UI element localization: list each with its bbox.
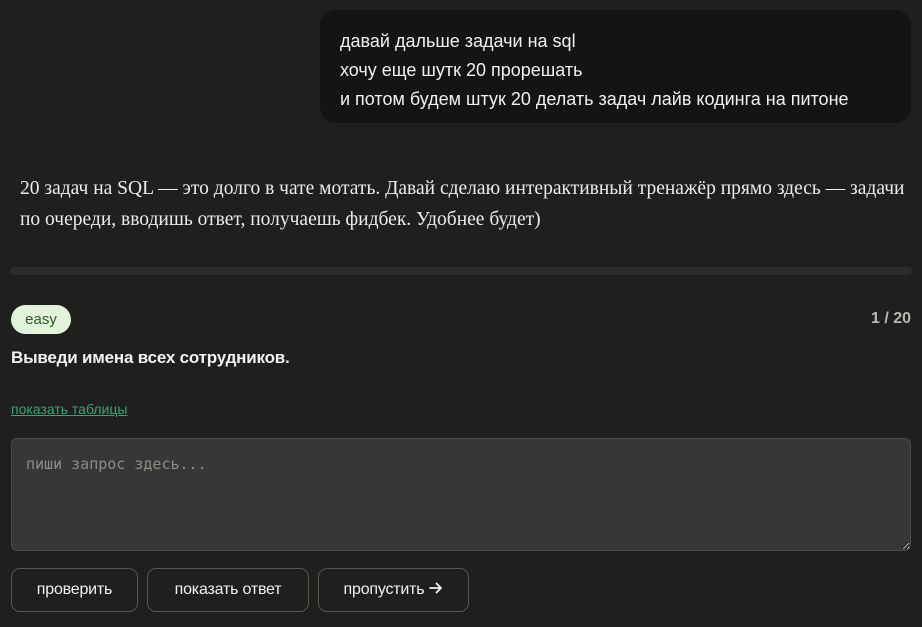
assistant-message: 20 задач на SQL — это долго в чате мотат… — [20, 178, 905, 230]
user-message-line: давай дальше задачи на sql — [340, 31, 576, 51]
action-buttons: проверить показать ответ пропустить — [11, 568, 469, 612]
show-answer-button-label: показать ответ — [174, 581, 282, 598]
arrow-right-icon — [429, 581, 443, 600]
user-message-line: хочу еще шутк 20 прорешать — [340, 60, 583, 80]
check-button-label: проверить — [36, 581, 113, 598]
task-description: Выведи имена всех сотрудников. — [11, 348, 290, 367]
difficulty-badge: easy — [11, 305, 71, 334]
show-answer-button[interactable]: показать ответ — [147, 568, 309, 612]
user-message-line: и потом будем штук 20 делать задач лайв … — [340, 89, 849, 109]
skip-button[interactable]: пропустить — [318, 568, 469, 612]
check-button[interactable]: проверить — [11, 568, 138, 612]
show-tables-link[interactable]: показать таблицы — [11, 401, 127, 417]
sql-query-input[interactable] — [11, 438, 911, 551]
divider — [10, 267, 912, 275]
skip-button-label: пропустить — [343, 581, 425, 598]
user-message-bubble: давай дальше задачи на sql хочу еще шутк… — [320, 10, 911, 123]
task-counter: 1 / 20 — [870, 310, 911, 327]
